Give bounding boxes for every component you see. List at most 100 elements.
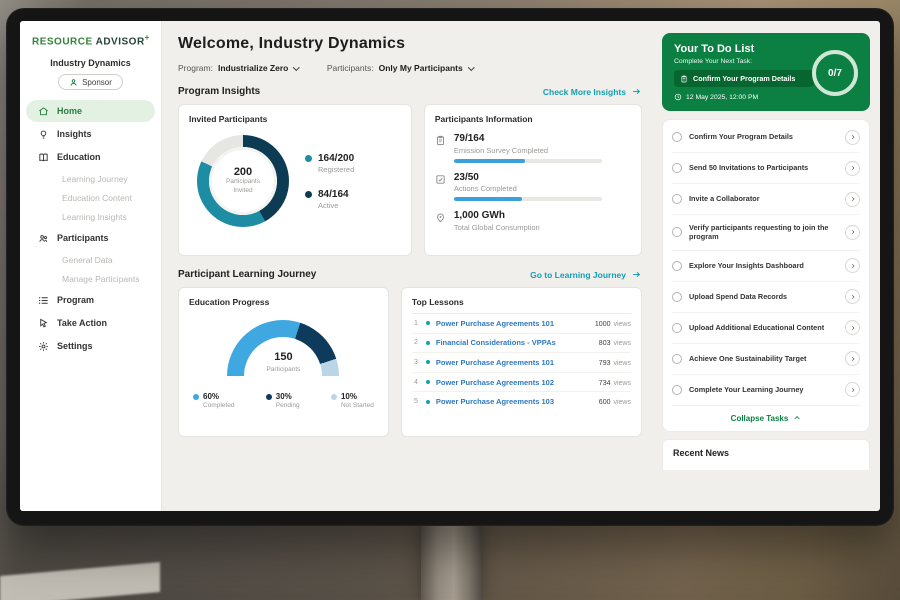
lesson-link[interactable]: Power Purchase Agreements 101 [436,319,586,328]
sidebar-item-label: Take Action [57,318,107,328]
task-confirm-program-details[interactable]: Confirm Your Program Details [672,122,860,153]
lesson-bullet-icon [426,321,430,325]
sidebar-item-learning-insights[interactable]: Learning Insights [26,207,155,226]
task-complete-learning-journey[interactable]: Complete Your Learning Journey [672,375,860,406]
lesson-row: 3 Power Purchase Agreements 101 793views [412,353,631,373]
donut-center-value: 200 [234,166,252,178]
active-label: Active [318,201,349,210]
task-open-button[interactable] [845,225,860,240]
sidebar-item-insights[interactable]: Insights [26,123,155,145]
task-checkbox[interactable] [672,385,682,395]
task-open-button[interactable] [845,320,860,335]
task-open-button[interactable] [845,161,860,176]
chevron-right-icon [850,387,856,393]
sidebar-item-participants[interactable]: Participants [26,227,155,249]
sidebar-item-program[interactable]: Program [26,289,155,311]
lesson-views-unit: views [613,360,631,367]
task-send-invitations[interactable]: Send 50 Invitations to Participants [672,153,860,184]
sidebar-item-education-content[interactable]: Education Content [26,188,155,207]
gear-icon [38,341,49,352]
lesson-bullet-icon [426,400,430,404]
task-explore-insights[interactable]: Explore Your Insights Dashboard [672,251,860,282]
clipboard-icon [435,135,446,146]
task-open-button[interactable] [845,289,860,304]
chevron-right-icon [850,134,856,140]
sidebar-item-general-data[interactable]: General Data [26,250,155,269]
participants-filter-label: Participants: [327,63,374,73]
chevron-right-icon [850,325,856,331]
task-achieve-sustainability-target[interactable]: Achieve One Sustainability Target [672,344,860,375]
task-label: Explore Your Insights Dashboard [689,261,838,271]
lesson-link[interactable]: Power Purchase Agreements 103 [436,397,590,406]
task-label: Send 50 Invitations to Participants [689,163,838,173]
go-to-learning-journey-label: Go to Learning Journey [530,270,626,280]
lesson-views-value: 600 [599,399,611,406]
participants-filter-dropdown[interactable]: Participants: Only My Participants [327,63,473,73]
sidebar-item-home[interactable]: Home [26,100,155,122]
task-upload-educational-content[interactable]: Upload Additional Educational Content [672,313,860,344]
task-checkbox[interactable] [672,354,682,364]
task-checkbox[interactable] [672,261,682,271]
task-checkbox[interactable] [672,292,682,302]
task-checkbox[interactable] [672,227,682,237]
not-started-label: Not Started [341,402,374,409]
lesson-link[interactable]: Power Purchase Agreements 101 [436,358,590,367]
task-checkbox[interactable] [672,132,682,142]
actions-completed-progressbar [454,197,602,201]
collapse-tasks-link[interactable]: Collapse Tasks [672,406,860,427]
lesson-link[interactable]: Power Purchase Agreements 102 [436,378,590,387]
main-content: Welcome, Industry Dynamics Program: Indu… [162,21,656,511]
sidebar-item-learning-journey[interactable]: Learning Journey [26,169,155,188]
lesson-views-unit: views [613,399,631,406]
task-open-button[interactable] [845,192,860,207]
learning-cards-row: Education Progress 150 Participants 60% … [178,287,642,437]
lesson-rank: 2 [412,339,420,346]
sponsor-badge[interactable]: Sponsor [58,74,123,90]
chevron-down-icon [468,64,474,70]
task-open-button[interactable] [845,258,860,273]
program-filter-dropdown[interactable]: Program: Industrialize Zero [178,63,299,73]
lesson-link[interactable]: Financial Considerations - VPPAs [436,338,590,347]
task-upload-spend-data[interactable]: Upload Spend Data Records [672,282,860,313]
gauge-center: 150 Participants [227,347,339,373]
active-dot-icon [305,191,312,198]
education-gauge-chart: 150 Participants [227,320,339,376]
task-open-button[interactable] [845,130,860,145]
sidebar-item-take-action[interactable]: Take Action [26,312,155,334]
task-checkbox[interactable] [672,323,682,333]
lesson-views-value: 1000 [595,321,611,328]
lesson-views-value: 734 [599,380,611,387]
chevron-right-icon [850,229,856,235]
emission-survey-value: 79/164 [454,133,602,144]
global-consumption-value: 1,000 GWh [454,210,540,221]
check-more-insights-label: Check More Insights [543,87,626,97]
sidebar-item-manage-participants[interactable]: Manage Participants [26,269,155,288]
top-lessons-title: Top Lessons [412,297,631,314]
completed-dot-icon [193,394,199,400]
sidebar-item-label: Settings [57,341,93,351]
chevron-down-icon [293,64,299,70]
invited-participants-card: Invited Participants 200 Participants In… [178,104,412,256]
arrow-right-icon [631,87,642,96]
not-started-value: 10% [341,392,374,401]
program-insights-title: Program Insights [178,86,260,97]
sidebar-item-settings[interactable]: Settings [26,335,155,357]
go-to-learning-journey-link[interactable]: Go to Learning Journey [530,270,642,280]
lesson-rank: 4 [412,379,420,386]
task-checkbox[interactable] [672,194,682,204]
donut-center-label: Participants Invited [220,178,266,196]
actions-completed-value: 23/50 [454,172,602,183]
next-task-pill[interactable]: Confirm Your Program Details [674,70,814,87]
sidebar-item-label: Program [57,295,94,305]
brand-plus: + [145,33,150,42]
task-checkbox[interactable] [672,163,682,173]
task-open-button[interactable] [845,382,860,397]
task-open-button[interactable] [845,351,860,366]
task-invite-collaborator[interactable]: Invite a Collaborator [672,184,860,215]
check-more-insights-link[interactable]: Check More Insights [543,87,642,97]
sidebar-item-education[interactable]: Education [26,146,155,168]
insights-cards-row: Invited Participants 200 Participants In… [178,104,642,256]
task-verify-participants[interactable]: Verify participants requesting to join t… [672,215,860,251]
clock-icon [674,93,682,101]
lesson-row: 5 Power Purchase Agreements 103 600views [412,392,631,411]
